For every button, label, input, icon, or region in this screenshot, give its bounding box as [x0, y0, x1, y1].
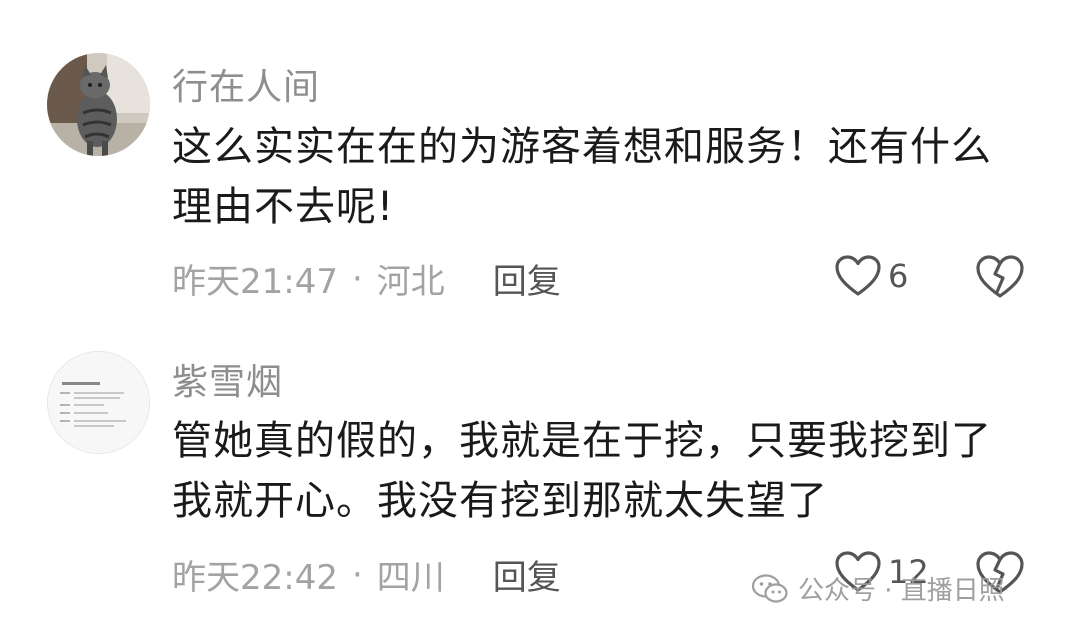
comment-time: 昨天22:42 — [172, 558, 338, 598]
username[interactable]: 行在人间 — [172, 58, 320, 110]
avatar[interactable] — [47, 351, 150, 454]
comment-text: 这么实实在在的为游客着想和服务！还有什么 理由不去呢! — [172, 117, 1052, 237]
document-screenshot-avatar-icon — [48, 352, 149, 453]
wechat-icon — [752, 573, 788, 603]
comment-text-line: 这么实实在在的为游客着想和服务！还有什么 — [172, 124, 992, 170]
dislike-button[interactable] — [975, 254, 1025, 304]
comment-location: 四川 — [376, 558, 445, 598]
comment-text-line: 我就开心。我没有挖到那就太失望了 — [172, 478, 828, 524]
like-button[interactable]: 6 — [834, 254, 908, 298]
heart-outline-icon — [835, 255, 881, 296]
comment-text-line: 管她真的假的，我就是在于挖，只要我挖到了 — [172, 418, 992, 464]
avatar[interactable] — [47, 53, 150, 156]
reply-button[interactable]: 回复 — [493, 550, 561, 599]
comment-text: 管她真的假的，我就是在于挖，只要我挖到了 我就开心。我没有挖到那就太失望了 — [172, 411, 1052, 531]
comment-item: 行在人间 这么实实在在的为游客着想和服务！还有什么 理由不去呢! 昨天21:47… — [0, 0, 1080, 320]
watermark-text: 公众号 · 直播日照 — [798, 576, 1005, 606]
comment-list: 行在人间 这么实实在在的为游客着想和服务！还有什么 理由不去呢! 昨天21:47… — [0, 0, 1080, 633]
watermark: 公众号 · 直播日照 — [752, 570, 1005, 607]
comment-time: 昨天21:47 — [172, 262, 338, 302]
username[interactable]: 紫雪烟 — [172, 353, 283, 405]
cat-photo-avatar-icon — [47, 53, 150, 156]
comment-location: 河北 — [376, 262, 445, 302]
comment-text-line: 理由不去呢! — [172, 184, 395, 230]
meta-separator: · — [351, 258, 363, 299]
broken-heart-icon — [976, 255, 1024, 298]
reply-button[interactable]: 回复 — [493, 254, 561, 303]
like-count: 6 — [888, 257, 909, 295]
comment-meta: 昨天21:47 · 河北 回复 — [172, 254, 561, 303]
comment-meta: 昨天22:42 · 四川 回复 — [172, 550, 561, 599]
meta-separator: · — [351, 554, 363, 595]
